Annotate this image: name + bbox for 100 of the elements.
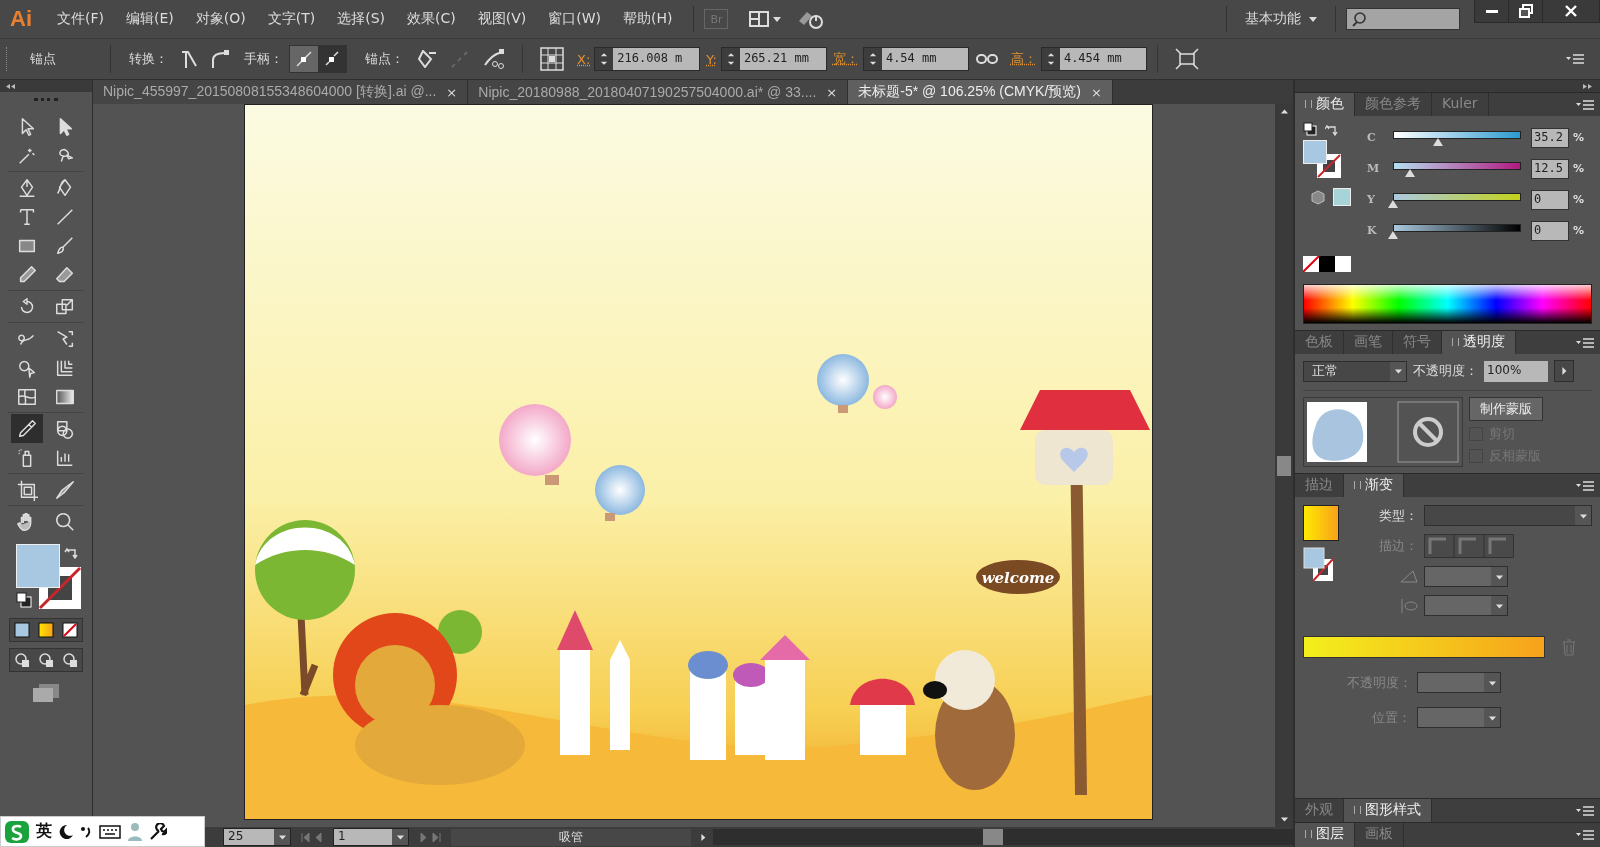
panel-menu-icon[interactable]: [1566, 54, 1584, 64]
restore-button[interactable]: [1509, 0, 1543, 22]
channel-value-field[interactable]: 35.2: [1531, 127, 1569, 148]
panel-menu-icon[interactable]: [1576, 337, 1594, 348]
slider-thumb[interactable]: [1388, 199, 1398, 208]
slider-thumb[interactable]: [1432, 137, 1443, 146]
reference-point-icon[interactable]: [540, 47, 564, 71]
slider-thumb[interactable]: [1404, 168, 1415, 177]
stop-opacity-dropdown[interactable]: [1417, 672, 1501, 693]
hot-air-balloon: [595, 465, 645, 521]
object-thumbnail: [1307, 402, 1367, 462]
slider-thumb[interactable]: [1388, 230, 1398, 239]
in-gamut-swatch[interactable]: [1333, 188, 1351, 206]
menu-item[interactable]: 帮助(H): [612, 10, 684, 28]
channel-value-field[interactable]: 12.5: [1531, 158, 1569, 179]
punctuation-icon[interactable]: [80, 825, 92, 838]
input-method-logo-icon[interactable]: [5, 820, 29, 843]
sync-icon[interactable]: [797, 9, 824, 29]
search-icon: [1351, 11, 1367, 27]
make-mask-button[interactable]: 制作蒙版: [1469, 397, 1543, 421]
menu-item[interactable]: 编辑(E): [115, 10, 185, 28]
keyboard-icon[interactable]: [99, 824, 121, 839]
show-handles-button[interactable]: [290, 46, 318, 72]
search-field[interactable]: [1346, 8, 1460, 30]
zoom-field[interactable]: 25: [223, 828, 291, 846]
wrench-icon[interactable]: [149, 822, 167, 841]
document-tab[interactable]: Nipic_455997_20150808155348604000 [转换].ai @... ×: [93, 80, 469, 104]
scroll-thumb[interactable]: [983, 829, 1003, 845]
tool-button[interactable]: [11, 414, 43, 443]
blend-mode-dropdown[interactable]: 正常: [1303, 360, 1407, 382]
y-label: Y:: [706, 51, 717, 67]
panel-menu-icon[interactable]: [1576, 805, 1594, 816]
dropdown-arrow-icon: [277, 833, 287, 841]
menu-item[interactable]: 效果(C): [396, 10, 467, 28]
link-icon[interactable]: [975, 54, 998, 64]
input-mode-toggle[interactable]: 英: [36, 821, 52, 842]
quick-swatches[interactable]: [1303, 256, 1351, 272]
color-spectrum[interactable]: [1303, 284, 1592, 324]
gradient-icon: [38, 622, 54, 638]
document-tab[interactable]: Nipic_20180988_20180407190257504000.ai* @ 33.... ×: [468, 80, 849, 104]
opacity-slider-button[interactable]: [1554, 360, 1574, 382]
welcome-sign-text: welcome: [981, 569, 1055, 587]
percent-unit: %: [1573, 162, 1585, 175]
arrange-documents-icon[interactable]: [749, 11, 784, 27]
panel-menu-icon[interactable]: [1576, 99, 1594, 110]
fill-swatch[interactable]: [16, 544, 60, 588]
first-previous-icons[interactable]: [301, 832, 323, 842]
menu-item[interactable]: 对象(O): [184, 10, 257, 28]
close-tab-button[interactable]: ×: [446, 84, 458, 100]
expand-icon[interactable]: [1582, 83, 1592, 89]
scroll-down-icon[interactable]: [1279, 815, 1289, 823]
panel-menu-icon[interactable]: [1576, 830, 1594, 840]
fill-swatch[interactable]: [1303, 140, 1327, 164]
close-tab-button[interactable]: ×: [826, 84, 838, 100]
dropdown-arrow-icon: [1487, 713, 1497, 722]
isolate-icon[interactable]: [1174, 48, 1199, 70]
moon-icon[interactable]: [59, 824, 73, 839]
minimize-button[interactable]: [1475, 0, 1509, 22]
corner-point-icon[interactable]: [181, 50, 197, 68]
workspace-switcher[interactable]: 基本功能: [1237, 10, 1325, 28]
panel-tab[interactable]: 图形样式: [1344, 799, 1432, 822]
close-tab-button[interactable]: ×: [1090, 84, 1102, 100]
channel-value-field[interactable]: 0: [1531, 220, 1569, 241]
panel-menu-icon[interactable]: [1576, 480, 1594, 491]
menu-item[interactable]: 文件(F): [46, 10, 115, 28]
cut-path-icon[interactable]: [483, 49, 505, 69]
channel-value-field[interactable]: 0: [1531, 189, 1569, 210]
horizontal-scrollbar[interactable]: [713, 829, 1293, 845]
scroll-up-icon[interactable]: [1279, 108, 1289, 116]
stop-position-dropdown[interactable]: [1417, 707, 1501, 728]
panel-tab[interactable]: 透明度: [1442, 331, 1516, 354]
smooth-point-icon[interactable]: [211, 50, 229, 68]
fill-stroke-swatches[interactable]: [1303, 547, 1333, 581]
panel-tab[interactable]: 渐变: [1344, 474, 1404, 497]
screen-mode-icon[interactable]: [33, 684, 59, 702]
opacity-field[interactable]: 100%: [1484, 360, 1548, 382]
document-tab[interactable]: 未标题-5* @ 106.25% (CMYK/预览) ×: [848, 80, 1113, 104]
x-label: X:: [577, 51, 591, 67]
slice-tool-icon: [54, 478, 76, 501]
hide-handles-button[interactable]: [318, 46, 346, 72]
scroll-thumb[interactable]: [1277, 455, 1291, 476]
next-last-icons[interactable]: [419, 832, 441, 842]
gradient-swatch[interactable]: [1303, 505, 1339, 541]
menu-item[interactable]: 视图(V): [466, 10, 538, 28]
angle-dropdown[interactable]: [1424, 566, 1508, 587]
panel-tab[interactable]: 颜色: [1295, 93, 1355, 116]
page-field[interactable]: 1: [333, 828, 409, 846]
default-colors-icon[interactable]: [16, 592, 32, 608]
gradient-ramp[interactable]: [1303, 636, 1545, 658]
stroke-gradient-buttons[interactable]: [1424, 534, 1514, 558]
default-colors-icon[interactable]: [1303, 122, 1317, 136]
menu-item[interactable]: 选择(S): [326, 10, 396, 28]
aspect-ratio-dropdown[interactable]: [1424, 595, 1508, 616]
remove-anchor-icon[interactable]: [417, 50, 437, 68]
collapse-icon[interactable]: [6, 83, 16, 89]
menu-item[interactable]: 窗口(W): [537, 10, 612, 28]
status-menu-icon[interactable]: [699, 832, 707, 842]
panel-tab[interactable]: 图层: [1295, 823, 1355, 847]
close-button[interactable]: [1543, 0, 1599, 22]
menu-item[interactable]: 文字(T): [256, 10, 327, 28]
